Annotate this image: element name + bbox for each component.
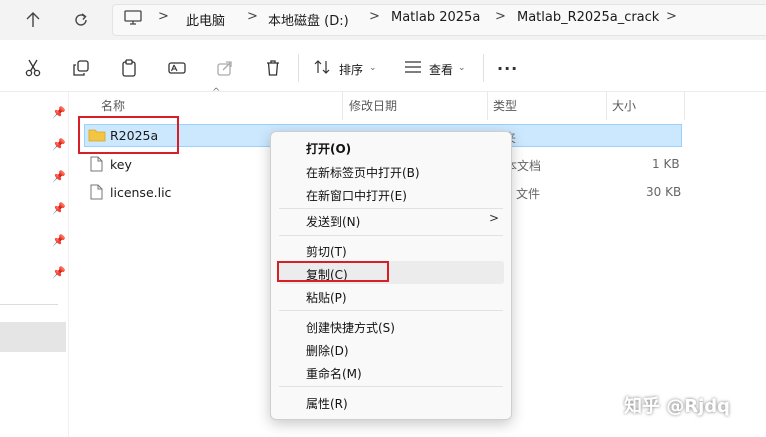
breadcrumb-this-pc[interactable]: 此电脑 xyxy=(186,10,225,29)
menu-item-create-shortcut[interactable]: 创建快捷方式(S) xyxy=(306,319,395,336)
cut-icon[interactable] xyxy=(18,53,48,83)
pin-icon: 📌 xyxy=(52,138,66,151)
pin-icon: 📌 xyxy=(52,202,66,215)
highlight-box xyxy=(78,116,179,154)
column-divider xyxy=(684,92,685,120)
copy-icon[interactable] xyxy=(66,53,96,83)
pin-icon: 📌 xyxy=(52,266,66,279)
sort-ascending-icon: ^ xyxy=(212,87,221,98)
file-name[interactable]: license.lic xyxy=(110,185,171,200)
menu-divider xyxy=(279,386,503,387)
highlight-box xyxy=(277,261,389,282)
pin-icon: 📌 xyxy=(52,106,66,119)
column-header-type[interactable]: 类型 xyxy=(493,97,517,114)
arrow-up-icon[interactable] xyxy=(18,5,48,35)
file-size: 1 KB xyxy=(652,157,680,171)
toolbar-divider xyxy=(298,54,299,82)
menu-item-open-new-tab[interactable]: 在新标签页中打开(B) xyxy=(306,164,420,181)
chevron-down-icon: ⌄ xyxy=(369,63,377,73)
breadcrumb-separator: > xyxy=(369,9,380,24)
toolbar-divider xyxy=(483,54,484,82)
menu-item-rename[interactable]: 重命名(M) xyxy=(306,365,362,382)
sort-button[interactable]: 排序 xyxy=(339,61,363,78)
menu-divider xyxy=(279,208,503,209)
breadcrumb-separator: > xyxy=(495,9,506,24)
pin-icon: 📌 xyxy=(52,170,66,183)
menu-item-open[interactable]: 打开(O) xyxy=(306,140,351,157)
pin-icon: 📌 xyxy=(52,234,66,247)
file-name[interactable]: key xyxy=(110,157,132,172)
share-icon[interactable] xyxy=(210,53,240,83)
column-divider xyxy=(487,92,488,120)
column-divider xyxy=(606,92,607,120)
nav-divider xyxy=(0,304,58,305)
paste-icon[interactable] xyxy=(114,53,144,83)
submenu-arrow-icon: > xyxy=(489,211,500,225)
view-icon xyxy=(404,61,422,76)
computer-icon xyxy=(124,10,142,29)
menu-divider xyxy=(279,310,503,311)
file-type: 文件 xyxy=(516,187,541,201)
nav-selected-item[interactable]: i xyxy=(0,322,66,352)
chevron-down-icon: ⌄ xyxy=(458,63,466,73)
document-icon xyxy=(90,156,103,175)
column-header-size[interactable]: 大小 xyxy=(612,97,636,114)
menu-item-send-to[interactable]: 发送到(N) xyxy=(306,213,360,230)
breadcrumb-separator: > xyxy=(158,9,169,24)
document-icon xyxy=(90,184,103,203)
breadcrumb-separator: > xyxy=(666,9,677,24)
breadcrumb-matlab-2025a[interactable]: Matlab 2025a xyxy=(391,10,480,25)
view-button[interactable]: 查看 xyxy=(429,61,453,78)
column-divider xyxy=(342,92,343,120)
menu-divider xyxy=(279,235,503,236)
breadcrumb-crack-folder[interactable]: Matlab_R2025a_crack xyxy=(517,10,659,25)
menu-item-open-new-window[interactable]: 在新窗口中打开(E) xyxy=(306,187,407,204)
more-options-button[interactable]: ... xyxy=(497,55,518,74)
delete-icon[interactable] xyxy=(258,53,288,83)
menu-item-delete[interactable]: 删除(D) xyxy=(306,342,349,359)
breadcrumb-separator: > xyxy=(247,9,258,24)
column-header-name[interactable]: 名称 xyxy=(101,97,125,114)
column-header-modified[interactable]: 修改日期 xyxy=(349,97,397,114)
refresh-icon[interactable] xyxy=(66,5,96,35)
menu-item-paste[interactable]: 粘贴(P) xyxy=(306,289,347,306)
rename-icon[interactable] xyxy=(162,53,192,83)
file-size: 30 KB xyxy=(646,185,682,199)
watermark: 知乎 @Rjdq xyxy=(624,396,731,417)
menu-item-cut[interactable]: 剪切(T) xyxy=(306,243,347,260)
breadcrumb-local-disk[interactable]: 本地磁盘 (D:) xyxy=(268,10,349,29)
menu-item-properties[interactable]: 属性(R) xyxy=(306,395,348,412)
sort-icon xyxy=(314,60,332,77)
